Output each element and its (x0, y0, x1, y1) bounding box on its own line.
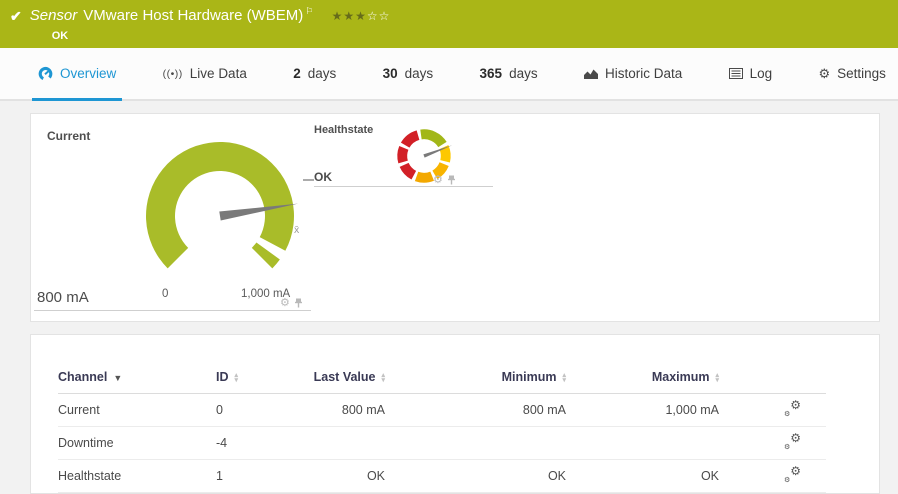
column-header-actions (759, 365, 826, 394)
sensor-status-header: ✔ Sensor VMware Host Hardware (WBEM) ⚐ ★★★… (0, 0, 898, 48)
divider (34, 310, 311, 311)
column-header-maximum[interactable]: Maximum ▴ ▾ (606, 365, 759, 394)
channel-last-value: 800 mA (303, 393, 415, 427)
priority-stars-filled[interactable]: ★★★ (332, 9, 367, 23)
tab-settings[interactable]: ⚙ Settings (818, 48, 885, 99)
pin-icon[interactable] (447, 175, 456, 185)
tab-historic-data[interactable]: Historic Data (583, 48, 683, 99)
tab-label: Overview (60, 66, 117, 81)
tab-label: days (404, 66, 434, 81)
priority-stars[interactable]: ★★★☆☆ (332, 9, 391, 23)
column-header-last-value[interactable]: Last Value ▴ ▾ (303, 365, 415, 394)
channel-last-value (303, 426, 415, 460)
channel-id: 1 (216, 459, 303, 493)
tab-label: Historic Data (604, 66, 683, 81)
table-header-row: Channel ▼ ID ▴ ▾ Last Value ▴ ▾ Minimum ▴ ▾ Max… (58, 365, 826, 394)
column-header-minimum[interactable]: Minimum ▴ ▾ (415, 365, 606, 394)
tab-bar: Overview ((•)) Live Data 2 days 30 days … (0, 48, 898, 101)
sort-icon: ▴ ▾ (715, 371, 719, 384)
sensor-kind-label: Sensor (29, 7, 78, 24)
sensor-title-block: Sensor VMware Host Hardware (WBEM) ⚐ ★★★☆☆… (30, 6, 391, 48)
status-badge: OK (51, 30, 69, 42)
gauge-scale-min: 0 (162, 288, 169, 300)
tab-live-data[interactable]: ((•)) Live Data (163, 48, 247, 99)
channel-name[interactable]: Downtime (58, 426, 216, 460)
gauge-settings-icon[interactable]: ⚙ (433, 173, 443, 186)
column-header-id[interactable]: ID ▴ ▾ (216, 365, 303, 394)
healthstate-gauge-title: Healthstate (314, 124, 374, 136)
gauge-peak-marker (303, 179, 314, 181)
channel-settings-icon[interactable]: ⚙ ⚙ (784, 398, 801, 418)
channel-id: 0 (216, 393, 303, 427)
tab-label: Settings (837, 66, 886, 81)
tab-overview[interactable]: Overview (31, 48, 123, 101)
overview-gauges-panel: Current x̄ 0 1,000 mA 800 mA ⚙ Healthsta… (30, 113, 880, 322)
current-value-label: 800 mA (37, 289, 89, 306)
channel-minimum: OK (415, 459, 606, 493)
table-row: Downtime -4 ⚙ ⚙ (58, 426, 826, 460)
current-gauge (146, 142, 299, 269)
gear-icon: ⚙ (818, 65, 831, 81)
gauge-icon (38, 66, 53, 81)
channel-minimum (415, 426, 606, 460)
current-gauge-title: Current (47, 129, 91, 143)
page-title: VMware Host Hardware (WBEM) (83, 7, 304, 24)
channel-last-value: OK (303, 459, 415, 493)
channel-settings-icon[interactable]: ⚙ ⚙ (784, 464, 801, 484)
ok-check-icon: ✔ (10, 8, 22, 24)
tab-label: days (307, 66, 337, 81)
channels-table: Channel ▼ ID ▴ ▾ Last Value ▴ ▾ Minimum ▴ ▾ Max… (58, 365, 826, 493)
tab-number: 30 (382, 66, 398, 81)
pin-icon[interactable] (294, 298, 303, 308)
sort-icon: ▴ ▾ (562, 371, 566, 384)
tab-number: 365 (479, 66, 503, 81)
flag-icon[interactable]: ⚐ (305, 6, 313, 16)
area-chart-icon (583, 69, 598, 79)
healthstate-value-label: OK (314, 170, 332, 184)
channel-settings-icon[interactable]: ⚙ ⚙ (784, 431, 801, 451)
gauge-mini-toolbar: ⚙ (433, 173, 456, 186)
tab-365-days[interactable]: 365 days (480, 48, 538, 99)
channel-id: -4 (216, 426, 303, 460)
gauge-average-marker: x̄ (294, 224, 300, 236)
tab-number: 2 (293, 66, 301, 81)
tab-30-days[interactable]: 30 days (383, 48, 434, 99)
priority-stars-empty[interactable]: ☆☆ (367, 9, 391, 23)
live-data-icon: ((•)) (162, 67, 183, 80)
gauge-mini-toolbar: ⚙ (280, 296, 303, 309)
column-header-channel[interactable]: Channel ▼ (58, 365, 216, 394)
tab-log[interactable]: Log (728, 48, 773, 99)
channel-maximum: OK (606, 459, 759, 493)
table-row: Healthstate 1 OK OK OK ⚙ ⚙ (58, 459, 826, 493)
tab-label: Log (749, 66, 773, 81)
tab-label: days (509, 66, 538, 81)
log-list-icon (728, 68, 743, 79)
sort-icon: ▴ ▾ (381, 371, 385, 384)
channel-maximum (606, 426, 759, 460)
tab-2-days[interactable]: 2 days (293, 48, 336, 99)
sort-icon: ▴ ▾ (234, 371, 239, 384)
channel-name[interactable]: Healthstate (58, 459, 216, 493)
gauge-settings-icon[interactable]: ⚙ (280, 296, 290, 309)
channel-name[interactable]: Current (58, 393, 216, 427)
tab-label: Live Data (189, 66, 247, 81)
channel-maximum: 1,000 mA (606, 393, 759, 427)
channel-minimum: 800 mA (415, 393, 606, 427)
sort-desc-icon: ▼ (113, 373, 123, 383)
table-row: Current 0 800 mA 800 mA 1,000 mA ⚙ ⚙ (58, 393, 826, 427)
channels-table-panel: Channel ▼ ID ▴ ▾ Last Value ▴ ▾ Minimum ▴ ▾ Max… (30, 334, 880, 494)
divider (314, 186, 493, 187)
